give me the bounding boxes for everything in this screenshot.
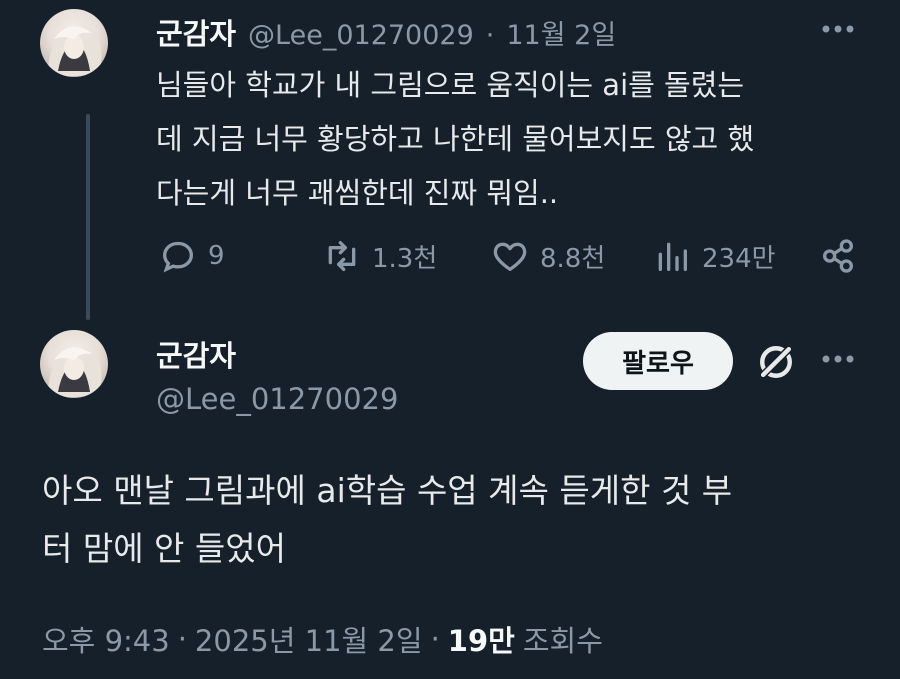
- separator-dot: ·: [430, 622, 440, 656]
- analytics-icon: [658, 242, 687, 271]
- tweet-text: 님들아 학교가 내 그림으로 움직이는 ai를 돌렸는 데 지금 너무 황당하고…: [156, 58, 846, 220]
- views-label: 조회수: [522, 624, 603, 658]
- reply-button[interactable]: 9: [158, 236, 225, 276]
- tweet-date[interactable]: 2025년 11월 2일: [195, 618, 423, 660]
- more-options-icon[interactable]: [818, 14, 858, 52]
- user-handle[interactable]: @Lee_01270029: [156, 382, 398, 416]
- repost-count: 1.3천: [372, 243, 438, 274]
- user-handle[interactable]: @Lee_01270029: [248, 20, 474, 51]
- share-button[interactable]: [818, 236, 858, 276]
- tweet-text-line: 님들아 학교가 내 그림으로 움직이는 ai를 돌렸는: [156, 68, 745, 102]
- reply-icon: [162, 241, 194, 273]
- follow-button[interactable]: 팔로우: [583, 332, 733, 390]
- tweet-text-line: 터 맘에 안 들었어: [42, 529, 286, 568]
- tweet-text: 아오 맨날 그림과에 ai학습 수업 계속 듣게한 것 부 터 맘에 안 들었어: [42, 462, 862, 578]
- thread-connector-line: [86, 114, 90, 320]
- views-count: 234만: [702, 243, 776, 274]
- heart-icon: [493, 242, 527, 271]
- tweet-date[interactable]: 11월 2일: [506, 13, 616, 52]
- grok-icon[interactable]: [754, 340, 798, 388]
- tweet-time[interactable]: 오후 9:43: [42, 618, 170, 660]
- tweet-text-line: 아오 맨날 그림과에 ai학습 수업 계속 듣게한 것 부: [42, 471, 733, 510]
- repost-button[interactable]: 1.3천: [322, 236, 437, 276]
- avatar[interactable]: [40, 330, 108, 398]
- views-count[interactable]: 19만: [448, 618, 515, 660]
- separator-dot: ·: [177, 622, 187, 656]
- like-button[interactable]: 8.8천: [490, 236, 605, 276]
- avatar[interactable]: [40, 9, 108, 77]
- views-button[interactable]: 234만: [652, 236, 776, 276]
- display-name[interactable]: 군감자: [156, 333, 236, 375]
- more-options-icon[interactable]: [818, 344, 858, 382]
- reply-count: 9: [208, 241, 225, 271]
- share-icon: [823, 239, 853, 273]
- tweet-metadata: 오후 9:43 · 2025년 11월 2일 · 19만 조회수: [42, 618, 603, 660]
- display-name[interactable]: 군감자: [156, 11, 236, 53]
- tweet-text-line: 다는게 너무 괘씸한데 진짜 뭐임..: [156, 176, 559, 210]
- separator-dot: ·: [485, 20, 495, 51]
- like-count: 8.8천: [540, 243, 606, 274]
- tweet-text-line: 데 지금 너무 황당하고 나한테 물어보지도 않고 했: [156, 122, 755, 156]
- repost-icon: [328, 241, 356, 271]
